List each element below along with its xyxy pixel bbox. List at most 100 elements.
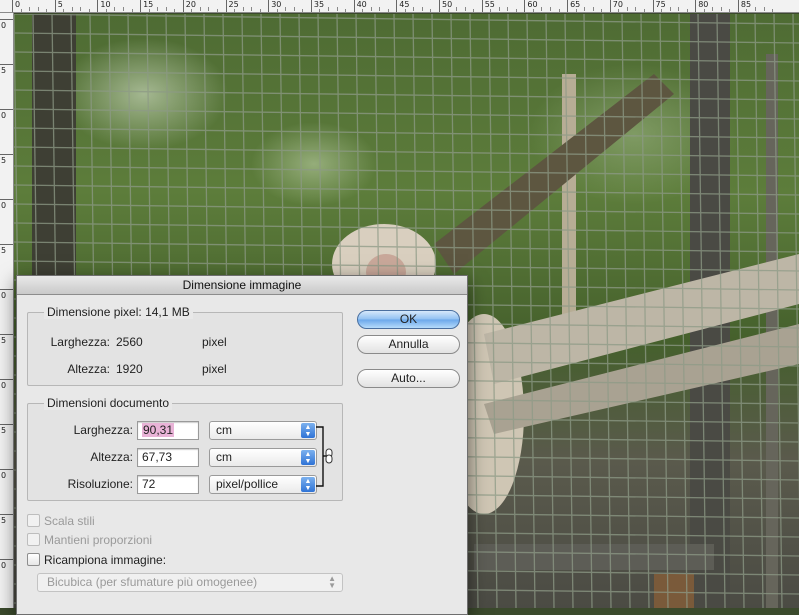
resolution-field[interactable]: 72 bbox=[137, 475, 199, 494]
ruler-tick bbox=[0, 559, 13, 560]
ruler-minor-tick bbox=[148, 9, 150, 12]
mesh-wire bbox=[14, 89, 799, 101]
ruler-label: 5 bbox=[1, 246, 7, 255]
ruler-minor-tick bbox=[584, 7, 586, 11]
ruler-minor-tick bbox=[754, 7, 756, 11]
resample-checkbox[interactable]: Ricampiona immagine: bbox=[27, 553, 166, 567]
ruler-minor-tick bbox=[498, 7, 500, 11]
mesh-wire bbox=[792, 14, 799, 508]
pixel-dimensions-label: Dimensione pixel: bbox=[47, 305, 142, 319]
ruler-label: 0 bbox=[1, 21, 7, 30]
ruler-tick bbox=[695, 0, 697, 12]
checkbox-box bbox=[27, 553, 40, 566]
mesh-wire bbox=[469, 14, 479, 608]
ruler-minor-tick bbox=[242, 7, 244, 11]
pixel-height-unit: pixel bbox=[202, 362, 227, 376]
ruler-tick bbox=[0, 109, 13, 110]
ruler-minor-tick bbox=[421, 7, 423, 11]
ruler-tick bbox=[524, 0, 526, 12]
mesh-wire bbox=[526, 14, 536, 608]
doc-width-unit-select[interactable]: cm ▲ ▼ bbox=[209, 421, 317, 440]
scale-styles-label: Scala stili bbox=[44, 514, 95, 528]
ruler-label: 5 bbox=[1, 336, 7, 345]
pixel-width-label: Larghezza: bbox=[50, 335, 110, 349]
log-bottom bbox=[474, 544, 714, 570]
ruler-minor-tick bbox=[293, 7, 295, 11]
doc-height-unit: cm bbox=[216, 450, 232, 464]
ruler-label: 0 bbox=[1, 201, 7, 210]
ruler-tick bbox=[310, 0, 312, 12]
ruler-tick bbox=[0, 154, 13, 155]
ruler-tick bbox=[182, 0, 184, 12]
resolution-unit: pixel/pollice bbox=[216, 477, 279, 491]
resample-method-select[interactable]: Bicubica (per sfumature più omogenee) ▲ ▼ bbox=[37, 573, 343, 592]
image-size-dialog: Dimensione immagine Dimensione pixel: 14… bbox=[16, 275, 468, 615]
horizontal-ruler[interactable]: 0 5 10 15 20 25 30 35 40 45 50 55 60 65 70 75 80 85 bbox=[0, 0, 799, 13]
ruler-tick bbox=[652, 0, 654, 12]
ruler-label: 0 bbox=[15, 0, 21, 9]
mesh-wire bbox=[507, 14, 517, 608]
auto-button[interactable]: Auto... bbox=[357, 369, 460, 388]
ruler-minor-tick bbox=[618, 9, 620, 12]
ruler-minor-tick bbox=[720, 7, 722, 11]
ruler-label: 5 bbox=[1, 156, 7, 165]
ruler-minor-tick bbox=[80, 7, 82, 11]
ruler-minor-tick bbox=[20, 9, 22, 12]
ruler-minor-tick bbox=[327, 7, 329, 11]
ruler-tick bbox=[0, 244, 13, 245]
ruler-minor-tick bbox=[174, 9, 176, 12]
up-down-arrows-icon: ▲ ▼ bbox=[301, 423, 315, 438]
ruler-minor-tick bbox=[191, 9, 193, 12]
ruler-label: 25 bbox=[228, 0, 239, 9]
ruler-tick bbox=[54, 0, 56, 12]
ruler-minor-tick bbox=[114, 7, 116, 11]
ruler-label: 5 bbox=[1, 426, 7, 435]
pixel-dimensions-size: 14,1 MB bbox=[145, 305, 190, 319]
ruler-minor-tick bbox=[165, 7, 167, 11]
ruler-minor-tick bbox=[746, 9, 748, 12]
ruler-tick bbox=[0, 19, 13, 20]
doc-height-value: 67,73 bbox=[142, 450, 173, 464]
ruler-label: 5 bbox=[1, 66, 7, 75]
ruler-minor-tick bbox=[447, 9, 449, 12]
ruler-tick bbox=[0, 289, 13, 290]
constrain-link-bracket bbox=[316, 426, 333, 487]
doc-width-field[interactable]: 90,31 bbox=[137, 421, 199, 440]
ruler-label: 5 bbox=[1, 516, 7, 525]
doc-height-field[interactable]: 67,73 bbox=[137, 448, 199, 467]
ruler-minor-tick bbox=[413, 7, 415, 11]
up-down-arrows-icon: ▲ ▼ bbox=[301, 477, 315, 492]
ruler-tick bbox=[268, 0, 270, 12]
ruler-label: 0 bbox=[1, 471, 7, 480]
ruler-minor-tick bbox=[643, 9, 645, 12]
ruler-minor-tick bbox=[592, 7, 594, 11]
doc-height-unit-select[interactable]: cm ▲ ▼ bbox=[209, 448, 317, 467]
ruler-tick bbox=[0, 199, 13, 200]
ruler-minor-tick bbox=[678, 7, 680, 11]
cancel-button[interactable]: Annulla bbox=[357, 335, 460, 354]
document-size-group: Dimensioni documento Larghezza: 90,31 cm… bbox=[27, 396, 343, 501]
pixel-width-value: 2560 bbox=[116, 335, 143, 349]
vertical-ruler[interactable]: 0 5 0 5 0 5 0 5 0 5 0 5 0 bbox=[0, 13, 14, 608]
ruler-minor-tick bbox=[157, 7, 159, 11]
checkbox-box bbox=[27, 533, 40, 546]
mesh-wire bbox=[545, 14, 555, 608]
ruler-label: 35 bbox=[313, 0, 325, 9]
ruler-minor-tick bbox=[199, 7, 201, 11]
constrain-proportions-checkbox[interactable]: Mantieni proporzioni bbox=[27, 533, 152, 547]
resolution-unit-select[interactable]: pixel/pollice ▲ ▼ bbox=[209, 475, 317, 494]
mesh-wire bbox=[14, 14, 799, 25]
ruler-tick bbox=[567, 0, 569, 12]
ruler-label: 0 bbox=[1, 381, 7, 390]
dialog-title[interactable]: Dimensione immagine bbox=[17, 276, 467, 295]
ruler-minor-tick bbox=[661, 9, 663, 12]
ruler-minor-tick bbox=[302, 9, 304, 12]
ruler-minor-tick bbox=[772, 9, 774, 12]
ok-button[interactable]: OK bbox=[357, 310, 460, 329]
ruler-minor-tick bbox=[37, 7, 39, 11]
ruler-tick bbox=[97, 0, 99, 12]
ruler-minor-tick bbox=[131, 9, 133, 12]
scale-styles-checkbox[interactable]: Scala stili bbox=[27, 514, 95, 528]
ruler-minor-tick bbox=[430, 9, 432, 12]
ruler-minor-tick bbox=[285, 7, 287, 11]
